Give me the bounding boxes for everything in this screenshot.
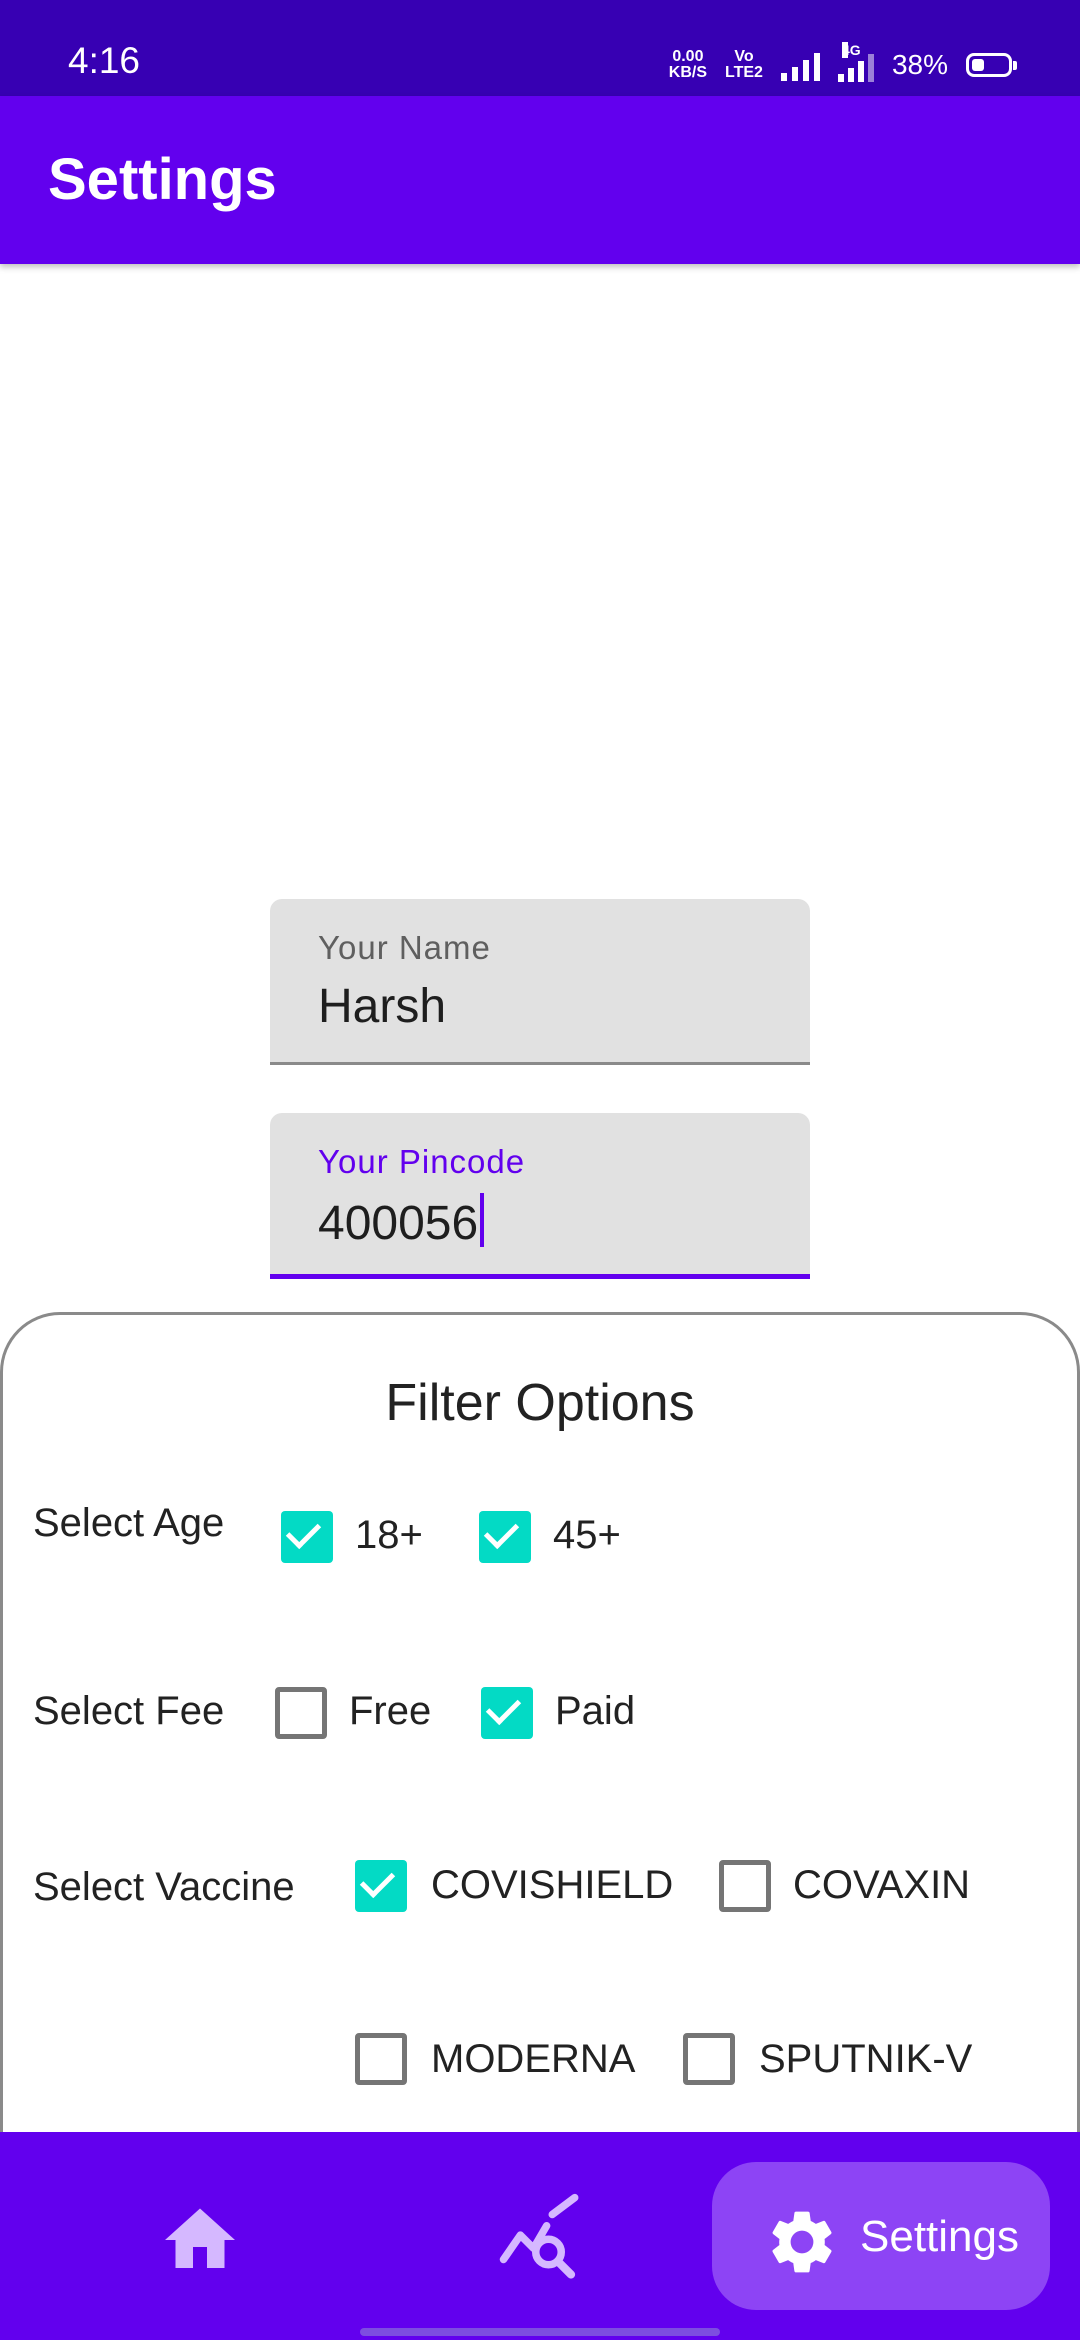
checkbox-vaccine-moderna[interactable] [355, 2033, 407, 2085]
volte-line2: LTE2 [725, 64, 763, 81]
filter-heading: Filter Options [385, 1374, 695, 1432]
stats-search-icon[interactable] [496, 2192, 586, 2282]
checkbox-age-18[interactable] [281, 1511, 333, 1563]
battery-icon [966, 53, 1017, 77]
volte-line1: Vo [734, 48, 754, 65]
gear-icon [772, 2211, 832, 2273]
select-age-label: Select Age [33, 1501, 225, 1545]
option-fee-paid-label[interactable]: Paid [555, 1689, 635, 1734]
name-field-underline [270, 1062, 810, 1065]
net-speed-indicator: 0.00 KB/S [669, 49, 707, 81]
option-sputnik-label[interactable]: SPUTNIK-V [759, 2037, 972, 2082]
option-age-45-label[interactable]: 45+ [553, 1513, 621, 1558]
checkbox-age-45[interactable] [479, 1511, 531, 1563]
filter-bottom-sheet: Filter Options Select Age 18+ 45+ Select… [0, 1312, 1080, 2132]
option-fee-free-label[interactable]: Free [349, 1689, 431, 1734]
nav-item-settings[interactable]: Settings [712, 2162, 1050, 2310]
pincode-field[interactable]: Your Pincode 400056 [270, 1113, 810, 1279]
pincode-field-label: Your Pincode [318, 1143, 526, 1180]
app-bar: Settings [0, 96, 1080, 264]
select-vaccine-label: Select Vaccine [33, 1865, 295, 1909]
checkbox-fee-paid[interactable] [481, 1687, 533, 1739]
page-title: Settings [48, 147, 277, 212]
name-field-value[interactable]: Harsh [318, 979, 446, 1034]
select-fee-label: Select Fee [33, 1689, 225, 1733]
signal-4g-icon: 4G [837, 42, 874, 82]
checkbox-fee-free[interactable] [275, 1687, 327, 1739]
status-icons: 0.00 KB/S Vo LTE2 4G 38% [669, 40, 1017, 90]
option-age-18-label[interactable]: 18+ [355, 1513, 423, 1558]
home-icon[interactable] [158, 2198, 242, 2282]
name-field-label: Your Name [318, 929, 491, 966]
pincode-field-underline [270, 1274, 810, 1279]
option-moderna-label[interactable]: MODERNA [431, 2037, 635, 2082]
pincode-field-value[interactable]: 400056 [318, 1197, 478, 1250]
checkbox-vaccine-sputnik[interactable] [683, 2033, 735, 2085]
status-time: 4:16 [68, 40, 141, 81]
name-field[interactable]: Your Name Harsh [270, 899, 810, 1065]
option-covishield-label[interactable]: COVISHIELD [431, 1863, 673, 1908]
option-covaxin-label[interactable]: COVAXIN [793, 1863, 970, 1908]
battery-percent: 38% [891, 49, 948, 80]
bottom-navigation: Settings [0, 2132, 1080, 2340]
network-tag: 4G [841, 42, 861, 58]
gesture-bar[interactable] [360, 2328, 720, 2336]
volte-indicator: Vo LTE2 [725, 49, 763, 81]
text-caret [480, 1193, 485, 1247]
signal-icon [780, 49, 820, 81]
nav-settings-label: Settings [860, 2212, 1019, 2261]
net-speed-unit: KB/S [668, 64, 708, 81]
checkbox-vaccine-covaxin[interactable] [719, 1860, 771, 1912]
pincode-field-value-wrap[interactable]: 400056 [318, 1193, 485, 1251]
status-bar: 4:16 0.00 KB/S Vo LTE2 4G 38% [0, 0, 1080, 96]
net-speed-value: 0.00 [672, 48, 704, 65]
checkbox-vaccine-covishield[interactable] [355, 1860, 407, 1912]
